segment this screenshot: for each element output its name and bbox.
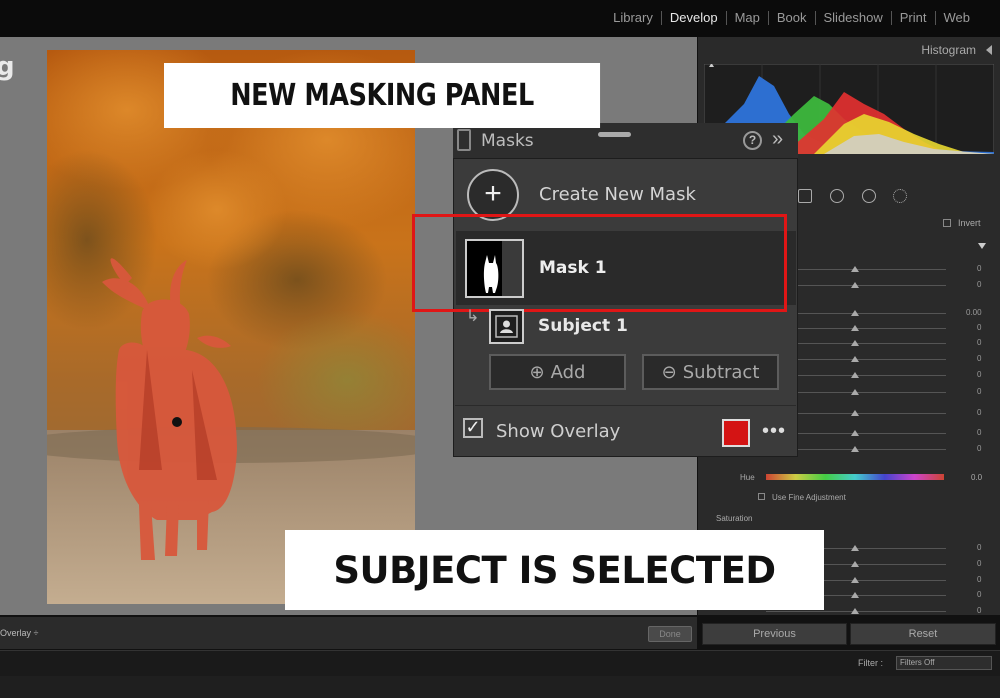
- module-print[interactable]: Print: [892, 10, 935, 25]
- fine-adjustment-label: Use Fine Adjustment: [772, 493, 846, 502]
- show-overlay-checkbox[interactable]: ✓: [463, 418, 483, 438]
- drag-handle-icon[interactable]: [598, 132, 631, 137]
- slider-thumb[interactable]: [851, 446, 859, 452]
- reset-button[interactable]: Reset: [850, 623, 996, 645]
- cropped-title-text: g: [0, 52, 15, 82]
- invert-label: Invert: [958, 218, 981, 228]
- histogram-title[interactable]: Histogram: [921, 43, 976, 57]
- slider-thumb[interactable]: [851, 340, 859, 346]
- hue-label: Hue: [740, 473, 755, 482]
- effect-dropdown-icon[interactable]: [978, 243, 986, 249]
- slider-thumb[interactable]: [851, 282, 859, 288]
- slider-thumb[interactable]: [851, 372, 859, 378]
- module-slideshow[interactable]: Slideshow: [816, 10, 891, 25]
- slider-value[interactable]: 0: [977, 338, 981, 347]
- slider-value[interactable]: 0: [977, 264, 981, 273]
- fine-adjustment-checkbox[interactable]: [758, 493, 765, 500]
- mask-tool-strip: [790, 187, 990, 209]
- show-overlay-label[interactable]: Show Overlay: [496, 421, 620, 442]
- eye-tool-icon[interactable]: [862, 189, 876, 203]
- highlight-frame: [412, 214, 787, 312]
- settings-tool-icon[interactable]: [893, 189, 907, 203]
- slider-value[interactable]: 0: [977, 408, 981, 417]
- module-picker: Library Develop Map Book Slideshow Print…: [605, 10, 978, 25]
- slider-thumb[interactable]: [851, 577, 859, 583]
- collapse-arrow-icon[interactable]: [986, 45, 992, 55]
- module-map[interactable]: Map: [727, 10, 768, 25]
- brush-tool-icon[interactable]: [798, 189, 812, 203]
- slider-value[interactable]: 0: [977, 370, 981, 379]
- slider-thumb[interactable]: [851, 310, 859, 316]
- slider-value[interactable]: 0.00: [966, 308, 982, 317]
- slider-thumb[interactable]: [851, 608, 859, 614]
- masks-panel-title: Masks: [481, 131, 534, 151]
- slider-value[interactable]: 0: [977, 575, 981, 584]
- hue-slider[interactable]: [766, 474, 944, 480]
- slider-thumb[interactable]: [851, 430, 859, 436]
- slider-thumb[interactable]: [851, 389, 859, 395]
- slider-value[interactable]: 0: [977, 387, 981, 396]
- more-options-icon[interactable]: •••: [762, 420, 786, 443]
- subject-1-thumbnail[interactable]: [489, 309, 524, 344]
- mask-pin-icon: [172, 417, 182, 427]
- slider-thumb[interactable]: [851, 325, 859, 331]
- subcomponent-arrow-icon: ↳: [466, 308, 480, 325]
- slider-value[interactable]: 0: [977, 428, 981, 437]
- photo-canvas: [47, 50, 415, 604]
- subject-1-label[interactable]: Subject 1: [538, 316, 628, 336]
- slider-thumb[interactable]: [851, 592, 859, 598]
- filter-label: Filter :: [858, 658, 884, 668]
- collapse-panel-icon[interactable]: »: [772, 128, 783, 151]
- filter-select[interactable]: Filters Off: [896, 656, 992, 670]
- done-button[interactable]: Done: [648, 626, 692, 642]
- slider-value[interactable]: 0: [977, 323, 981, 332]
- slider-value[interactable]: 0: [977, 590, 981, 599]
- callout-subject-selected: SUBJECT IS SELECTED: [285, 530, 824, 610]
- slider-thumb[interactable]: [851, 410, 859, 416]
- previous-button[interactable]: Previous: [702, 623, 847, 645]
- slider-value[interactable]: 0: [977, 354, 981, 363]
- overlay-color-swatch[interactable]: [722, 419, 750, 447]
- slider-thumb[interactable]: [851, 561, 859, 567]
- divider: [455, 405, 796, 406]
- slider-thumb[interactable]: [851, 266, 859, 272]
- gradient-tool-icon[interactable]: [830, 189, 844, 203]
- create-new-mask-label[interactable]: Create New Mask: [539, 184, 696, 205]
- slider-thumb[interactable]: [851, 356, 859, 362]
- slider-thumb[interactable]: [851, 545, 859, 551]
- overlay-menu[interactable]: Overlay ÷: [0, 628, 38, 638]
- panel-dock-icon[interactable]: [457, 129, 471, 151]
- invert-checkbox[interactable]: [943, 219, 951, 227]
- saturation-label: Saturation: [716, 514, 753, 523]
- slider-value[interactable]: 0: [977, 606, 981, 615]
- slider-value[interactable]: 0: [977, 444, 981, 453]
- subtract-mask-icon: ⊖: [661, 361, 677, 383]
- module-develop[interactable]: Develop: [662, 10, 726, 25]
- person-icon: [495, 315, 518, 338]
- add-button-label: Add: [550, 361, 586, 383]
- module-library[interactable]: Library: [605, 10, 661, 25]
- add-button[interactable]: ⊕ Add: [489, 354, 626, 390]
- subtract-button[interactable]: ⊖ Subtract: [642, 354, 779, 390]
- slider-value[interactable]: 0: [977, 559, 981, 568]
- footer-bar: [0, 676, 1000, 698]
- help-icon[interactable]: ?: [743, 131, 762, 150]
- module-book[interactable]: Book: [769, 10, 815, 25]
- goat-photo[interactable]: [47, 50, 415, 604]
- add-mask-icon: ⊕: [529, 361, 545, 383]
- callout-new-masking-panel: NEW MASKING PANEL: [164, 63, 601, 128]
- subtract-button-label: Subtract: [682, 361, 760, 383]
- filmstrip-bar: [0, 650, 1000, 676]
- module-web[interactable]: Web: [936, 10, 979, 25]
- hue-value[interactable]: 0.0: [971, 473, 982, 482]
- slider-value[interactable]: 0: [977, 543, 981, 552]
- bottom-toolbar: [0, 616, 697, 649]
- slider-value[interactable]: 0: [977, 280, 981, 289]
